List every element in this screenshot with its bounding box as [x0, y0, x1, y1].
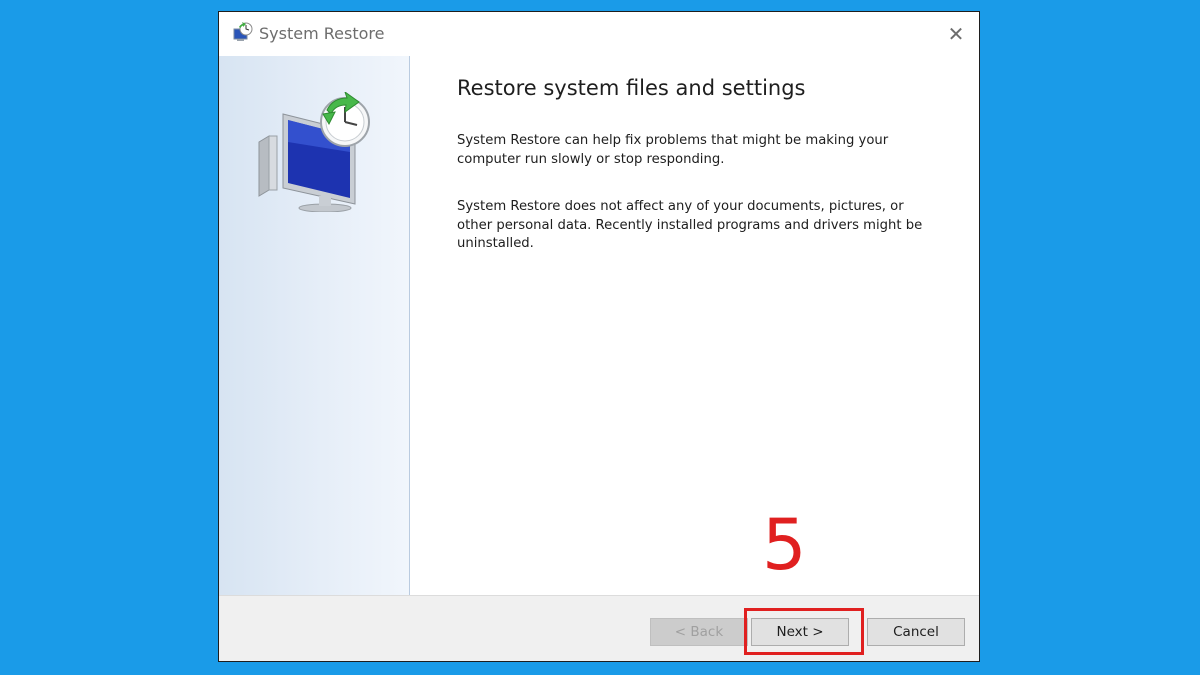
computer-restore-clock-icon: [257, 90, 377, 213]
button-bar: < Back Next > Cancel: [219, 595, 979, 661]
description-paragraph-2: System Restore does not affect any of yo…: [457, 199, 923, 251]
cancel-button[interactable]: Cancel: [867, 618, 965, 646]
wizard-content: Restore system files and settings System…: [457, 56, 937, 254]
wizard-sidebar: [219, 56, 410, 598]
page-title: Restore system files and settings: [457, 76, 806, 100]
system-restore-window: System Restore ✕ Restore system files an…: [218, 11, 980, 662]
window-title: System Restore: [259, 24, 385, 43]
step-number-annotation: 5: [762, 504, 807, 586]
description-paragraph-1: System Restore can help fix problems tha…: [457, 133, 889, 167]
title-bar: System Restore ✕: [219, 12, 979, 56]
close-icon: ✕: [947, 22, 965, 46]
back-button[interactable]: < Back: [650, 618, 748, 646]
system-restore-icon: [231, 21, 255, 45]
next-button-highlight: [744, 608, 864, 655]
close-button[interactable]: ✕: [933, 12, 979, 56]
